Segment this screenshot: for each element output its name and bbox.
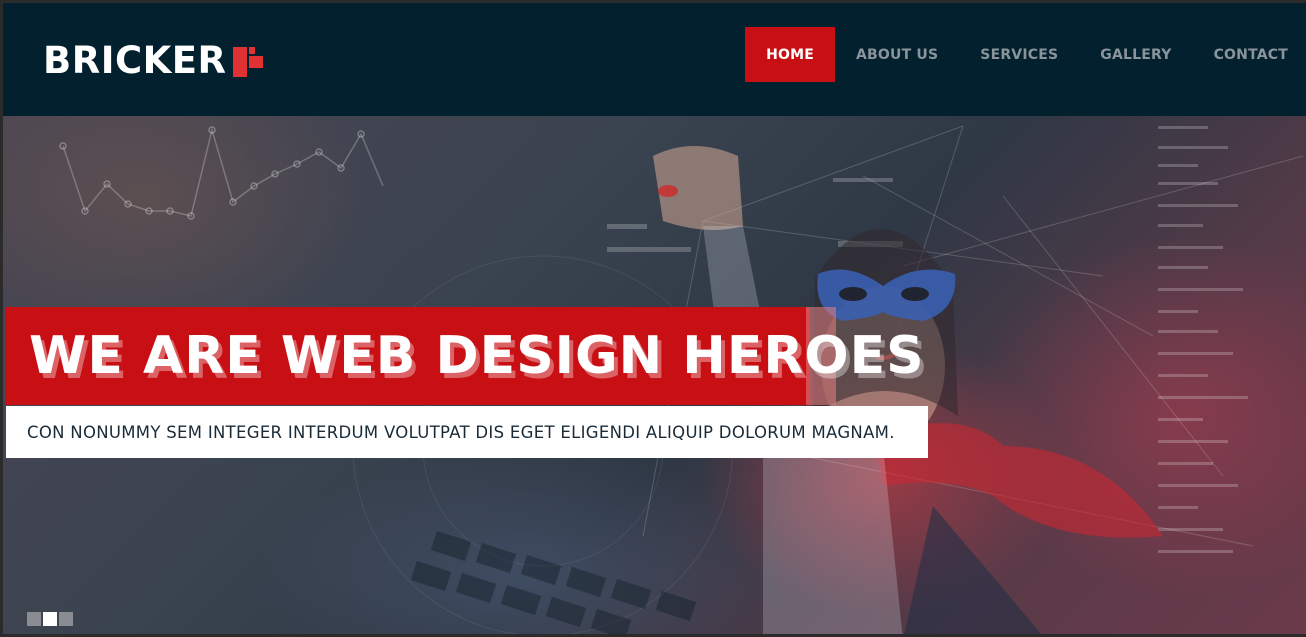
nav-item-services[interactable]: SERVICES bbox=[959, 27, 1079, 82]
nav-item-gallery[interactable]: GALLERY bbox=[1079, 27, 1192, 82]
hero-headline: WE ARE WEB DESIGN HEROES bbox=[29, 326, 925, 386]
page: BRICKER HOME ABOUT US SERVICES GALLERY C… bbox=[0, 0, 1306, 637]
brick-logo-icon bbox=[232, 47, 267, 77]
site-header: BRICKER HOME ABOUT US SERVICES GALLERY C… bbox=[3, 3, 1306, 116]
nav-item-home[interactable]: HOME bbox=[745, 27, 836, 82]
hero-slider: WE ARE WEB DESIGN HEROES WE ARE WEB DESI… bbox=[3, 116, 1306, 634]
main-nav: HOME ABOUT US SERVICES GALLERY CONTACT bbox=[745, 27, 1306, 82]
brand-logo[interactable]: BRICKER bbox=[43, 41, 267, 81]
slider-dot-3[interactable] bbox=[59, 612, 73, 626]
slider-dot-2[interactable] bbox=[43, 612, 57, 626]
brand-name: BRICKER bbox=[43, 39, 227, 82]
nav-item-about-us[interactable]: ABOUT US bbox=[835, 27, 959, 82]
slider-pagination bbox=[27, 612, 73, 626]
hero-subheadline: CON NONUMMY SEM INTEGER INTERDUM VOLUTPA… bbox=[6, 406, 928, 458]
nav-item-contact[interactable]: CONTACT bbox=[1193, 27, 1306, 82]
slider-dot-1[interactable] bbox=[27, 612, 41, 626]
